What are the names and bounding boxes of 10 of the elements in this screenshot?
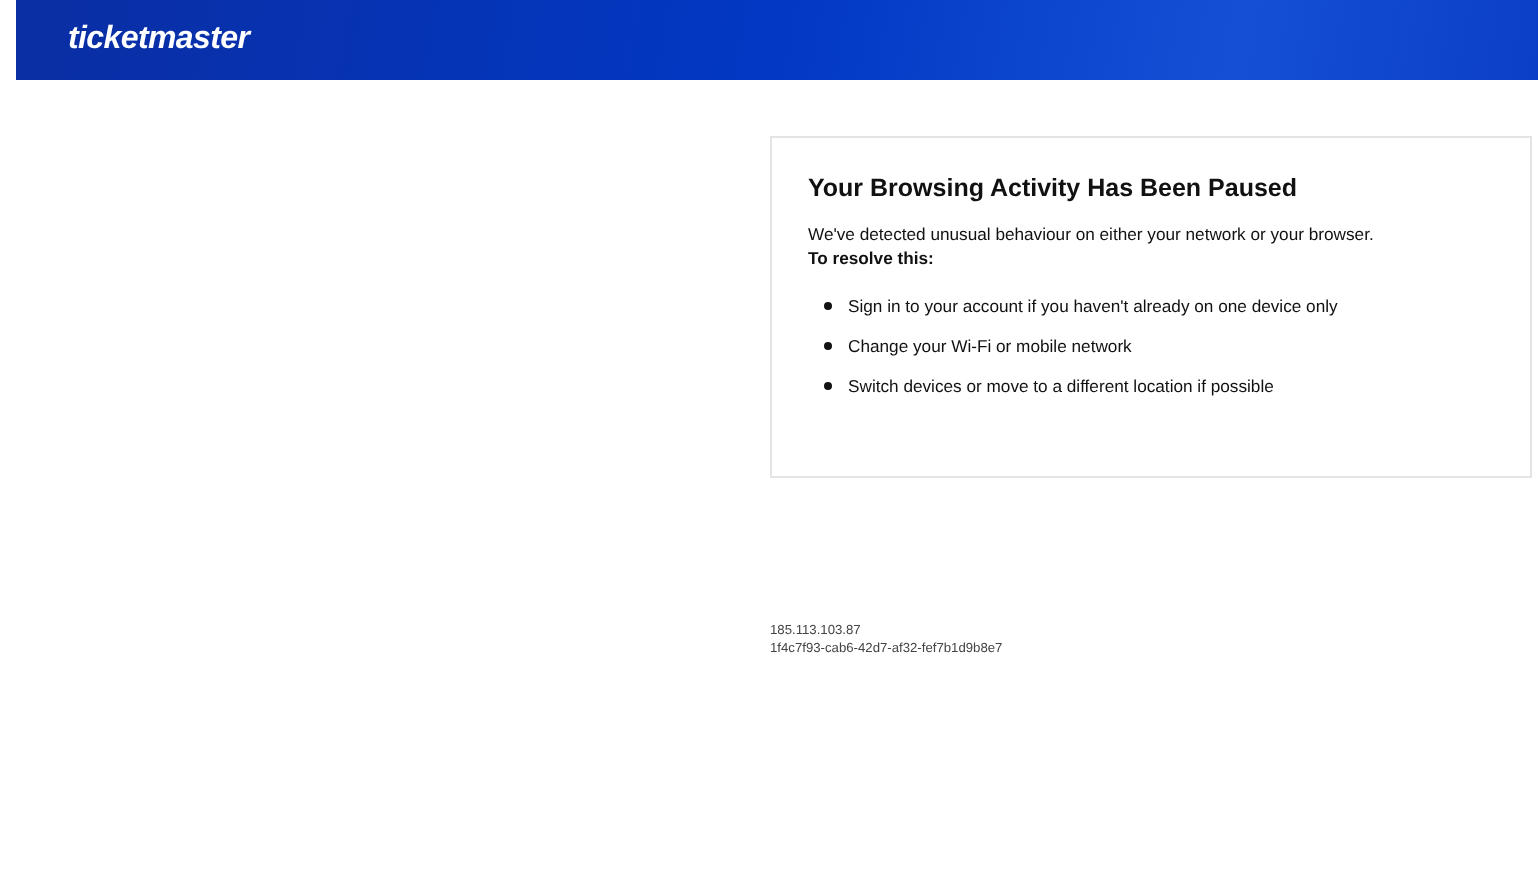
bullet-icon: [824, 382, 832, 390]
step-text: Switch devices or move to a different location if possible: [848, 374, 1274, 398]
resolve-label: To resolve this:: [808, 246, 936, 270]
notice-title: Your Browsing Activity Has Been Paused: [808, 174, 1300, 202]
step-text: Change your Wi-Fi or mobile network: [848, 334, 1132, 358]
bullet-icon: [824, 342, 832, 350]
step-text: Sign in to your account if you haven't already on one device only: [848, 294, 1338, 318]
notice-message: We've detected unusual behaviour on either your network or your browser.: [808, 222, 1376, 246]
bullet-icon: [824, 302, 832, 310]
logo[interactable]: ticketmaster: [68, 22, 250, 58]
